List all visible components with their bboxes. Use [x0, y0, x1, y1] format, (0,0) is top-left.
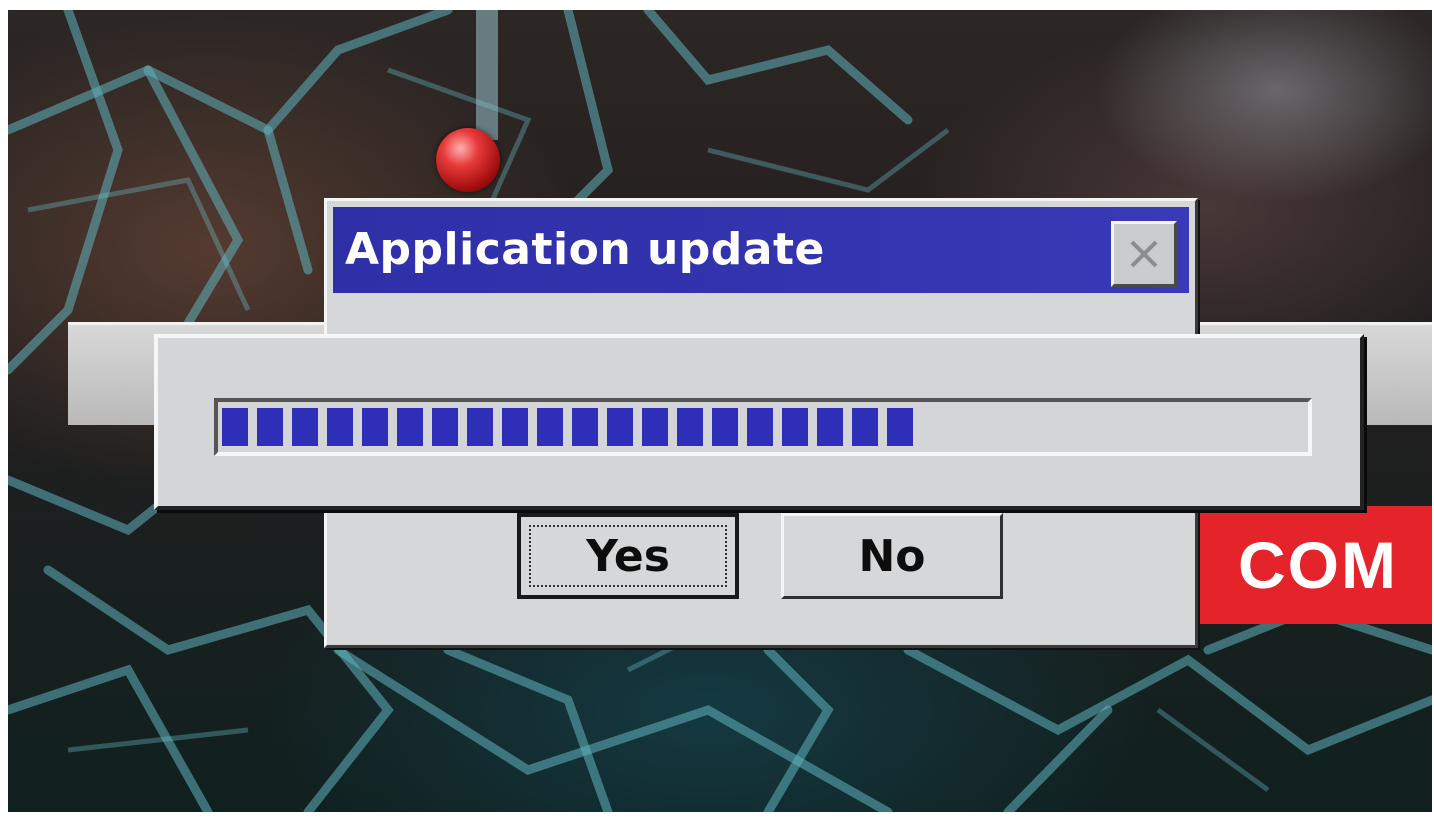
dialog-title: Application update [345, 224, 825, 275]
no-button-label: No [858, 530, 926, 582]
close-button[interactable] [1111, 221, 1177, 287]
map-pin-icon [436, 128, 500, 192]
progress-window [154, 334, 1364, 510]
device-screen: COM Application update Yes No [8, 10, 1432, 812]
no-button[interactable]: No [781, 513, 1003, 599]
banner-text: COM [1238, 528, 1398, 602]
close-icon [1130, 240, 1158, 268]
focus-rectangle [529, 525, 727, 587]
yes-button[interactable]: Yes [517, 513, 739, 599]
dialog-titlebar: Application update [333, 207, 1189, 293]
progress-bar-fill [222, 408, 914, 446]
progress-bar [214, 398, 1312, 456]
